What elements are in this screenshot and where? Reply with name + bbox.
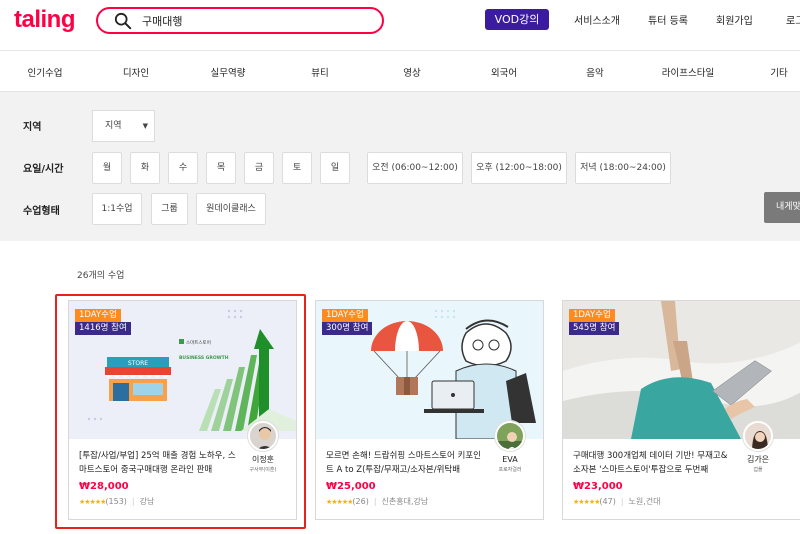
day-sun-button[interactable]: 일 [320, 152, 350, 184]
top-header: taling VOD강의 서비스소개 튜터 등록 회원가입 로그 [0, 0, 800, 42]
class-card[interactable]: 1DAY수업 300명 참여 EVA 프로자걸러 모르면 손해! 드랍쉬핑 스마… [315, 300, 544, 520]
day-sat-button[interactable]: 토 [282, 152, 312, 184]
category-lifestyle[interactable]: 라이프스타일 [662, 65, 714, 79]
nav-tutor-register[interactable]: 튜터 등록 [648, 12, 688, 27]
category-design[interactable]: 디자인 [123, 65, 149, 79]
tutor-info: EVA 프로자걸러 [487, 455, 533, 475]
category-music[interactable]: 음악 [586, 65, 603, 79]
class-rating: ★★★★★(47) | 노원,건대 [573, 497, 661, 506]
class-thumbnail[interactable]: 1DAY수업 545명 참여 [563, 301, 800, 439]
class-price: ₩25,000 [326, 481, 376, 492]
class-card[interactable]: 1DAY수업 545명 참여 김가은 겁플 구매대행 300개업체 데이터 기반… [562, 300, 800, 520]
type-one-on-one-button[interactable]: 1:1수업 [92, 193, 142, 225]
days-label: 요일/시간 [23, 164, 64, 175]
category-beauty[interactable]: 뷰티 [311, 65, 328, 79]
category-nav: 인기수업 디자인 실무역량 뷰티 영상 외국어 음악 라이프스타일 기타 [0, 50, 800, 90]
class-title[interactable]: 모르면 손해! 드랍쉬핑 스마트스토어 키포인트 A to Z(투잡/무재고/소… [326, 449, 486, 477]
highlight-box [55, 294, 306, 529]
category-practical[interactable]: 실무역량 [211, 65, 246, 79]
day-thu-button[interactable]: 목 [206, 152, 236, 184]
tutor-name: EVA [502, 455, 518, 464]
vod-lecture-button[interactable]: VOD강의 [485, 9, 549, 30]
nav-login[interactable]: 로그 [786, 12, 800, 27]
region-select[interactable]: 지역 ▼ [92, 110, 155, 142]
class-location: 신촌홍대,강남 [381, 497, 429, 506]
tutor-avatar[interactable] [743, 421, 773, 451]
day-tue-button[interactable]: 화 [130, 152, 160, 184]
day-mon-button[interactable]: 월 [92, 152, 122, 184]
category-etc[interactable]: 기타 [770, 65, 787, 79]
filter-panel: 지역 지역 ▼ 요일/시간 월 화 수 목 금 토 일 오전 (06:00~12… [0, 91, 800, 241]
star-rating-icon: ★★★★★ [573, 498, 600, 506]
search-icon[interactable] [114, 12, 132, 30]
class-type-label: 수업형태 [23, 206, 60, 217]
nav-signup[interactable]: 회원가입 [716, 12, 753, 27]
caret-down-icon: ▼ [142, 122, 148, 130]
day-fri-button[interactable]: 금 [244, 152, 274, 184]
class-rating: ★★★★★(26) | 신촌홍대,강남 [326, 497, 429, 506]
review-count: (26) [352, 497, 369, 506]
nav-service-intro[interactable]: 서비스소개 [574, 12, 620, 27]
taling-logo[interactable]: taling [14, 6, 76, 34]
tutor-info: 김가은 겁플 [735, 455, 781, 475]
review-count: (47) [599, 497, 616, 506]
class-price: ₩23,000 [573, 481, 623, 492]
time-afternoon-button[interactable]: 오후 (12:00~18:00) [471, 152, 567, 184]
participants-badge: 545명 참여 [569, 322, 620, 335]
category-popular[interactable]: 인기수업 [28, 65, 63, 79]
my-class-button[interactable]: 내게맞 [764, 192, 800, 223]
tutor-subtitle: 겁플 [753, 467, 763, 473]
day-wed-button[interactable]: 수 [168, 152, 198, 184]
result-count: 26개의 수업 [77, 271, 125, 281]
oneday-tag: 1DAY수업 [569, 309, 615, 322]
category-language[interactable]: 외국어 [491, 65, 517, 79]
type-group-button[interactable]: 그룹 [151, 193, 188, 225]
time-evening-button[interactable]: 저녁 (18:00~24:00) [575, 152, 671, 184]
class-location: 노원,건대 [628, 497, 661, 506]
class-thumbnail[interactable]: 1DAY수업 300명 참여 [316, 301, 543, 439]
region-select-value: 지역 [105, 121, 122, 131]
tutor-name: 김가은 [746, 455, 770, 464]
type-oneday-button[interactable]: 원데이클래스 [196, 193, 266, 225]
region-label: 지역 [23, 122, 42, 133]
search-input[interactable] [142, 12, 372, 30]
search-box[interactable] [96, 7, 384, 34]
participants-badge: 300명 참여 [322, 322, 373, 335]
time-morning-button[interactable]: 오전 (06:00~12:00) [367, 152, 463, 184]
tutor-subtitle: 프로자걸러 [498, 467, 522, 473]
oneday-tag: 1DAY수업 [322, 309, 368, 322]
star-rating-icon: ★★★★★ [326, 498, 353, 506]
category-video[interactable]: 영상 [403, 65, 420, 79]
class-title[interactable]: 구매대행 300개업체 데이터 기반! 무재고&소자본 '스마트스토어'투잡으로… [573, 449, 733, 477]
tutor-avatar[interactable] [495, 421, 525, 451]
